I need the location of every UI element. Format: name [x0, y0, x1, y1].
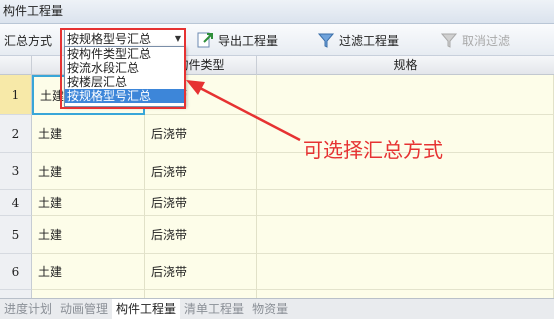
row-number: 6	[0, 254, 32, 290]
dropdown-option-by-spec[interactable]: 按规格型号汇总	[65, 89, 185, 103]
table-row[interactable]: 4 土建 后浇带	[0, 190, 554, 216]
cancel-filter-icon	[440, 33, 458, 48]
category-cell[interactable]: 土建	[32, 216, 145, 254]
category-cell[interactable]	[32, 290, 145, 298]
row-number: 4	[0, 190, 32, 216]
row-number: 3	[0, 153, 32, 190]
table-row[interactable]	[0, 290, 554, 298]
dropdown-option-by-type[interactable]: 按构件类型汇总	[65, 47, 185, 61]
component-type-cell[interactable]: 后浇带	[145, 190, 257, 216]
spec-cell[interactable]	[257, 216, 554, 254]
dropdown-option-by-floor[interactable]: 按楼层汇总	[65, 75, 185, 89]
bottom-tab-bar: 进度计划 动画管理 构件工程量 清单工程量 物资量	[0, 298, 554, 319]
annotation-text: 可选择汇总方式	[303, 138, 443, 162]
component-type-cell[interactable]	[145, 290, 257, 298]
component-type-cell[interactable]: 后浇带	[145, 216, 257, 254]
spec-cell[interactable]	[257, 254, 554, 290]
category-cell[interactable]: 土建	[32, 254, 145, 290]
spec-cell[interactable]	[257, 190, 554, 216]
row-number: 2	[0, 115, 32, 153]
summary-mode-value: 按规格型号汇总	[67, 32, 152, 46]
tab-component-quantity[interactable]: 构件工程量	[112, 298, 181, 319]
table-row[interactable]: 3 土建 后浇带	[0, 153, 554, 190]
table-row[interactable]: 2 土建 后浇带	[0, 115, 554, 153]
component-type-cell[interactable]: 后浇带	[145, 115, 257, 153]
filter-quantity-button[interactable]: 过滤工程量	[317, 29, 399, 51]
filter-quantity-label: 过滤工程量	[339, 33, 400, 48]
row-number: 1	[0, 75, 32, 115]
export-quantity-label: 导出工程量	[218, 33, 279, 48]
tab-material[interactable]: 物资量	[248, 299, 292, 319]
category-cell[interactable]: 土建	[32, 190, 145, 216]
quantity-grid: 1 土建 后浇带 2 土建 后浇带 3 土建 后浇带 4 土建 后浇带 5 土建…	[0, 75, 554, 298]
summary-mode-dropdown-list: 按构件类型汇总 按流水段汇总 按楼层汇总 按规格型号汇总	[64, 46, 186, 107]
component-type-cell[interactable]: 后浇带	[145, 153, 257, 190]
export-quantity-button[interactable]: 导出工程量	[196, 29, 278, 51]
row-number: 5	[0, 216, 32, 254]
window-title: 构件工程量	[0, 0, 554, 24]
spec-cell[interactable]	[257, 75, 554, 115]
table-row[interactable]: 6 土建 后浇带	[0, 254, 554, 290]
spec-cell[interactable]	[257, 290, 554, 298]
category-cell[interactable]: 土建	[32, 153, 145, 190]
quantity-window: 构件工程量 汇总方式 按规格型号汇总 ▼ 导出工程量 过滤工程量 取消过滤 构件…	[0, 0, 554, 319]
table-row[interactable]: 5 土建 后浇带	[0, 216, 554, 254]
tab-animation[interactable]: 动画管理	[56, 299, 112, 319]
cancel-filter-button[interactable]: 取消过滤	[440, 29, 510, 51]
export-icon	[197, 32, 213, 48]
dropdown-option-by-segment[interactable]: 按流水段汇总	[65, 61, 185, 75]
tab-bill-quantity[interactable]: 清单工程量	[180, 299, 248, 319]
spec-header[interactable]: 规格	[257, 56, 554, 75]
cancel-filter-label: 取消过滤	[462, 33, 511, 48]
summary-mode-label: 汇总方式	[4, 34, 53, 48]
row-number-header	[0, 56, 32, 75]
row-number	[0, 290, 32, 298]
category-cell[interactable]: 土建	[32, 115, 145, 153]
component-type-cell[interactable]: 后浇带	[145, 254, 257, 290]
filter-icon	[317, 33, 335, 48]
tab-schedule[interactable]: 进度计划	[0, 299, 56, 319]
